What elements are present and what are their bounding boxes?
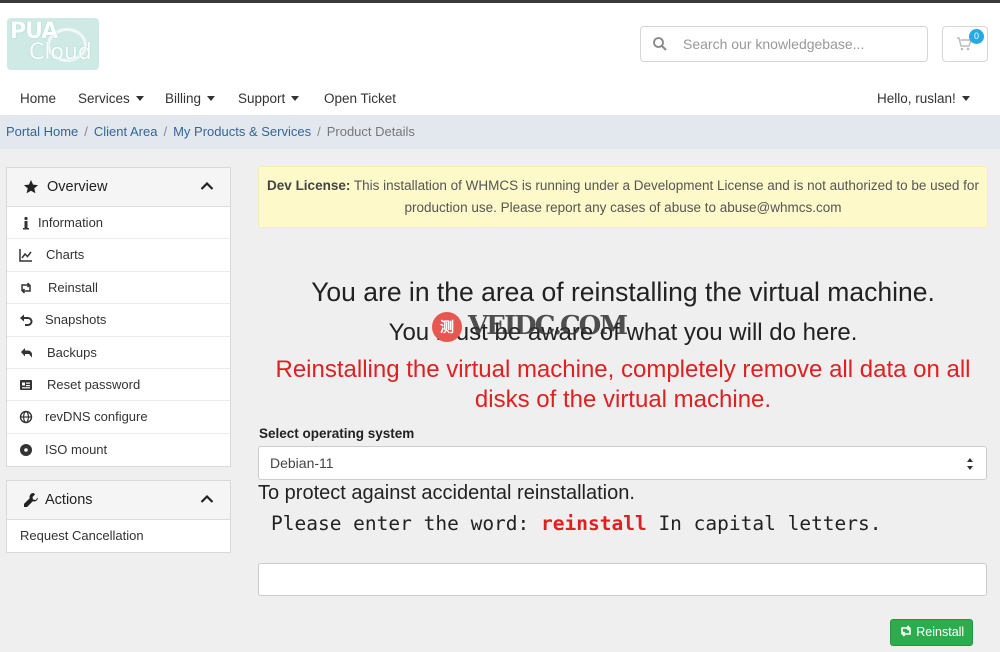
breadcrumb-separator: /	[84, 124, 88, 139]
sidebar-item-snapshots[interactable]: Snapshots	[7, 304, 230, 337]
brand-logo[interactable]: PUA Cloud	[7, 18, 99, 70]
sidebar-item-backups[interactable]: Backups	[7, 337, 230, 369]
page-content: Overview Information Charts Reinstall Sn…	[0, 149, 1000, 652]
reinstall-heading: You are in the area of reinstalling the …	[311, 277, 935, 307]
sidebar-item-label: Charts	[46, 247, 85, 263]
chevron-up-icon[interactable]	[200, 494, 214, 504]
chevron-up-icon[interactable]	[200, 181, 214, 191]
disc-icon	[20, 443, 32, 456]
reinstall-button[interactable]: Reinstall	[890, 619, 973, 646]
nav-open-ticket[interactable]: Open Ticket	[324, 91, 396, 106]
os-select[interactable]: Debian-11	[258, 446, 987, 480]
alert-text: This installation of WHMCS is running un…	[350, 178, 979, 215]
sidebar-item-label: Snapshots	[45, 312, 107, 328]
retweet-icon	[21, 282, 31, 294]
caret-down-icon	[207, 96, 216, 101]
overview-panel: Overview Information Charts Reinstall Sn…	[6, 167, 231, 468]
watermark-circle: 测	[432, 312, 462, 342]
undo-icon	[20, 314, 33, 327]
protect-text: To protect against accidental reinstalla…	[258, 482, 635, 504]
overview-title: Overview	[47, 179, 108, 195]
caret-down-icon	[291, 96, 300, 101]
cart-count-badge: 0	[969, 29, 984, 44]
reinstall-button-label: Reinstall	[916, 625, 965, 639]
breadcrumb-portal-home[interactable]: Portal Home	[6, 124, 78, 139]
confirm-instruction: Please enter the word: reinstall In capi…	[271, 512, 882, 535]
user-menu[interactable]: Hello, ruslan!	[877, 91, 970, 106]
nav-support[interactable]: Support	[238, 91, 300, 106]
sidebar-item-revdns[interactable]: revDNS configure	[7, 401, 230, 434]
caret-down-icon	[961, 96, 970, 101]
os-select-label: Select operating system	[259, 426, 415, 441]
knowledgebase-search	[640, 26, 928, 62]
sidebar-item-label: ISO mount	[45, 441, 108, 457]
cart-button[interactable]: 0	[942, 26, 988, 62]
breadcrumb-separator: /	[317, 124, 321, 139]
instruction-keyword: reinstall	[541, 512, 647, 535]
chart-icon	[19, 249, 32, 263]
logo-line2: Cloud	[29, 40, 92, 65]
sidebar-item-reset-password[interactable]: Reset password	[7, 369, 230, 402]
breadcrumb: Portal Home / Client Area / My Products & Se…	[0, 115, 1000, 149]
nav-services-label: Services	[78, 91, 130, 106]
history-icon	[21, 347, 32, 358]
watermark-text: VEIDC.COM	[468, 311, 628, 341]
breadcrumb-current: Product Details	[326, 124, 415, 139]
sidebar-item-reinstall[interactable]: Reinstall	[7, 272, 230, 305]
overview-panel-header[interactable]: Overview	[7, 168, 230, 207]
breadcrumb-products-services[interactable]: My Products & Services	[173, 124, 311, 139]
sidebar-item-label: Backups	[47, 344, 97, 360]
sidebar-item-label: revDNS configure	[45, 409, 148, 425]
search-icon	[653, 37, 667, 51]
sidebar-item-label: Reset password	[47, 376, 141, 392]
search-input[interactable]	[683, 33, 919, 55]
nav-support-label: Support	[238, 91, 286, 106]
sidebar-item-label: Information	[38, 215, 104, 230]
user-greeting: Hello, ruslan!	[877, 91, 956, 106]
nav-billing[interactable]: Billing	[165, 91, 216, 106]
caret-down-icon	[135, 96, 144, 101]
actions-title: Actions	[45, 492, 93, 508]
sidebar-item-request-cancellation[interactable]: Request Cancellation	[7, 520, 230, 552]
main-nav: Home Services Billing Support Open Ticke…	[0, 91, 1000, 113]
sidebar-item-charts[interactable]: Charts	[7, 239, 230, 272]
id-card-icon	[20, 379, 32, 390]
nav-services[interactable]: Services	[78, 91, 144, 106]
actions-panel-header[interactable]: Actions	[7, 481, 230, 520]
sidebar-item-label: Reinstall	[48, 279, 98, 295]
instruction-prefix: Please enter the word:	[271, 512, 542, 535]
dev-license-alert: Dev License: This installation of WHMCS …	[258, 166, 988, 228]
retweet-icon	[900, 625, 911, 637]
breadcrumb-client-area[interactable]: Client Area	[94, 124, 158, 139]
nav-billing-label: Billing	[165, 91, 202, 106]
actions-panel: Actions Request Cancellation	[6, 480, 231, 554]
instruction-suffix: In capital letters.	[646, 512, 882, 535]
select-arrows-icon	[967, 458, 973, 470]
star-icon	[23, 180, 39, 194]
confirm-word-input[interactable]	[258, 563, 987, 596]
sidebar-item-label: Request Cancellation	[20, 528, 144, 543]
sidebar-item-iso-mount[interactable]: ISO mount	[7, 434, 230, 466]
site-header: PUA Cloud 0 Home Services Billing Suppor…	[0, 3, 1000, 115]
wrench-icon	[24, 493, 38, 507]
nav-home[interactable]: Home	[20, 91, 56, 106]
breadcrumb-separator: /	[163, 124, 168, 139]
os-select-value: Debian-11	[270, 455, 334, 471]
globe-icon	[19, 411, 33, 424]
alert-title: Dev License:	[267, 178, 351, 193]
data-loss-warning: Reinstalling the virtual machine, comple…	[275, 356, 971, 413]
info-icon	[23, 216, 29, 230]
sidebar-item-information[interactable]: Information	[7, 207, 230, 240]
